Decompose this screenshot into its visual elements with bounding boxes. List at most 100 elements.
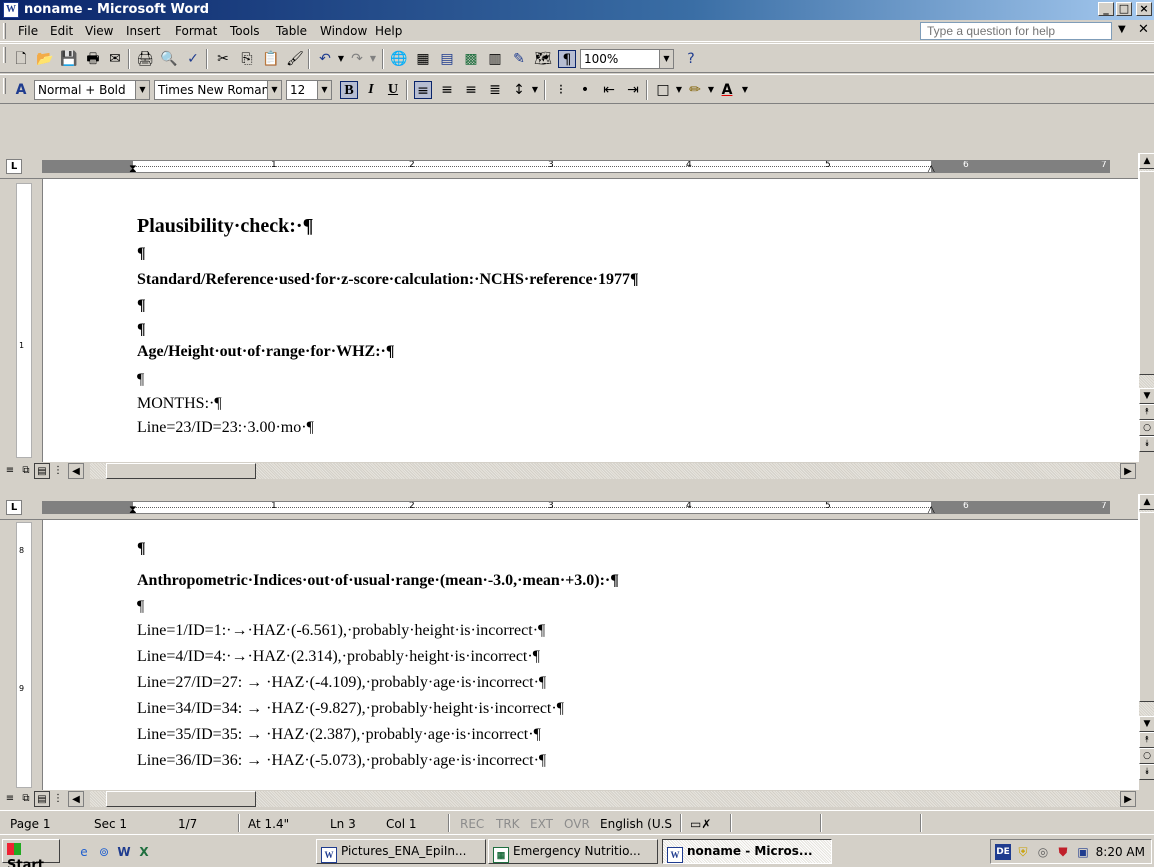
- status-trk[interactable]: TRK: [496, 817, 520, 831]
- document-pane-bottom[interactable]: ¶ Anthropometric·Indices·out·of·usual·ra…: [42, 520, 1138, 790]
- antivirus-icon[interactable]: ⛊: [1055, 844, 1071, 860]
- vertical-scrollbar-bottom[interactable]: ▲ ▼ ⯭ ○ ⯯: [1138, 494, 1154, 790]
- help-dropdown-arrow-icon[interactable]: ▼: [1118, 24, 1126, 35]
- style-combo[interactable]: Normal + Bold ▼: [34, 80, 150, 100]
- network-icon[interactable]: ◎: [1035, 844, 1051, 860]
- monitor-icon[interactable]: ▣: [1075, 844, 1091, 860]
- print-layout-icon[interactable]: ▤: [34, 463, 50, 479]
- menu-window[interactable]: Window: [320, 24, 367, 38]
- font-dropdown-icon[interactable]: ▼: [267, 81, 281, 99]
- spelling-status-icon[interactable]: ▭✗: [690, 817, 711, 831]
- save-icon[interactable]: 💾: [60, 50, 78, 68]
- document-close-icon[interactable]: ✕: [1138, 22, 1149, 37]
- font-color-dropdown-icon[interactable]: ▼: [736, 81, 754, 99]
- task-noname-word[interactable]: Wnoname - Micros...: [662, 839, 832, 864]
- font-combo[interactable]: Times New Roman ▼: [154, 80, 282, 100]
- menu-help[interactable]: Help: [375, 24, 402, 38]
- clock[interactable]: 8:20 AM: [1096, 845, 1145, 859]
- task-pictures[interactable]: W Pictures_ENA_EpiIn...: [316, 839, 486, 864]
- previous-page-icon[interactable]: ⯭: [1139, 732, 1154, 748]
- help-question-input[interactable]: [920, 22, 1112, 40]
- font-size-dropdown-icon[interactable]: ▼: [317, 81, 331, 99]
- email-icon[interactable]: ✉: [106, 50, 124, 68]
- tab-selector-icon[interactable]: L: [6, 159, 22, 174]
- menu-edit[interactable]: Edit: [50, 24, 73, 38]
- outline-view-icon[interactable]: ⋮: [50, 463, 66, 479]
- minimize-button[interactable]: _: [1098, 2, 1114, 16]
- help-icon[interactable]: ?: [682, 50, 700, 68]
- drawing-icon[interactable]: ✎: [510, 50, 528, 68]
- paste-icon[interactable]: 📋: [262, 50, 280, 68]
- word-app-icon[interactable]: W: [3, 2, 19, 18]
- browse-object-icon[interactable]: ○: [1139, 748, 1154, 764]
- menu-format[interactable]: Format: [175, 24, 217, 38]
- align-center-icon[interactable]: ≡: [438, 81, 456, 99]
- status-ovr[interactable]: OVR: [564, 817, 590, 831]
- print-icon[interactable]: 🖨: [136, 50, 154, 68]
- scroll-up-icon[interactable]: ▲: [1139, 494, 1154, 510]
- scroll-up-icon[interactable]: ▲: [1139, 153, 1154, 169]
- format-painter-icon[interactable]: 🖌: [286, 50, 304, 68]
- start-button[interactable]: Start: [2, 839, 60, 867]
- menu-file[interactable]: File: [18, 24, 38, 38]
- task-emergency-nutrition[interactable]: ▦ Emergency Nutritio...: [488, 839, 658, 864]
- next-page-icon[interactable]: ⯯: [1139, 764, 1154, 780]
- copy-icon[interactable]: ⎘: [238, 50, 256, 68]
- menu-insert[interactable]: Insert: [126, 24, 160, 38]
- scroll-thumb[interactable]: [1139, 512, 1154, 702]
- scroll-thumb[interactable]: [1139, 171, 1154, 375]
- italic-button[interactable]: I: [362, 81, 380, 99]
- permission-icon[interactable]: 🖶: [84, 50, 102, 68]
- font-size-combo[interactable]: 12 ▼: [286, 80, 332, 100]
- zoom-dropdown-icon[interactable]: ▼: [659, 50, 673, 68]
- normal-view-icon[interactable]: ≡: [2, 791, 18, 807]
- line-spacing-dropdown-icon[interactable]: ▼: [526, 81, 544, 99]
- toolbar-grip[interactable]: [3, 47, 6, 63]
- bold-button[interactable]: B: [340, 81, 358, 99]
- outline-view-icon[interactable]: ⋮: [50, 791, 66, 807]
- tab-selector-icon[interactable]: L: [6, 500, 22, 515]
- web-layout-icon[interactable]: ⧉: [18, 463, 34, 479]
- styles-formatting-icon[interactable]: A: [12, 81, 30, 99]
- zoom-combo[interactable]: 100% ▼: [580, 49, 674, 69]
- excel-quicklaunch-icon[interactable]: X: [136, 844, 152, 860]
- scroll-right-icon[interactable]: ▶: [1120, 791, 1136, 807]
- align-right-icon[interactable]: ≡: [462, 81, 480, 99]
- font-color-icon[interactable]: A: [718, 81, 736, 99]
- align-left-icon[interactable]: ≡: [414, 81, 432, 99]
- decrease-indent-icon[interactable]: ⇤: [600, 81, 618, 99]
- menu-view[interactable]: View: [85, 24, 113, 38]
- scroll-right-icon[interactable]: ▶: [1120, 463, 1136, 479]
- right-indent-marker[interactable]: △: [927, 503, 935, 513]
- internet-explorer-icon[interactable]: e: [76, 844, 92, 860]
- scroll-left-icon[interactable]: ◀: [68, 791, 84, 807]
- ruler-strip[interactable]: 1 2 3 4 5 6 7 ⧗ △: [42, 501, 1110, 514]
- tables-borders-icon[interactable]: ▦: [414, 50, 432, 68]
- justify-icon[interactable]: ≣: [486, 81, 504, 99]
- toolbar-grip[interactable]: [3, 78, 6, 94]
- normal-view-icon[interactable]: ≡: [2, 463, 18, 479]
- scroll-down-icon[interactable]: ▼: [1139, 388, 1154, 404]
- status-rec[interactable]: REC: [460, 817, 484, 831]
- show-hide-paragraph-icon[interactable]: ¶: [558, 50, 576, 68]
- scroll-left-icon[interactable]: ◀: [68, 463, 84, 479]
- open-folder-icon[interactable]: 📂: [36, 50, 54, 68]
- style-dropdown-icon[interactable]: ▼: [135, 81, 149, 99]
- hscroll-thumb[interactable]: [106, 463, 256, 479]
- media-player-icon[interactable]: ⊚: [96, 844, 112, 860]
- first-line-indent-marker[interactable]: ⧗: [129, 162, 137, 172]
- hyperlink-icon[interactable]: 🌐: [390, 50, 408, 68]
- redo-dropdown-icon[interactable]: ▼: [364, 50, 382, 68]
- spelling-icon[interactable]: ✓: [184, 50, 202, 68]
- next-page-icon[interactable]: ⯯: [1139, 436, 1154, 452]
- word-quicklaunch-icon[interactable]: W: [116, 844, 132, 860]
- security-shield-icon[interactable]: ⛨: [1015, 844, 1031, 860]
- columns-icon[interactable]: ▥: [486, 50, 504, 68]
- menu-table[interactable]: Table: [276, 24, 307, 38]
- first-line-indent-marker[interactable]: ⧗: [129, 503, 137, 513]
- ruler-strip[interactable]: 1 2 3 4 5 6 7 ⧗ △: [42, 160, 1110, 173]
- insert-excel-icon[interactable]: ▩: [462, 50, 480, 68]
- underline-button[interactable]: U: [384, 81, 402, 99]
- increase-indent-icon[interactable]: ⇥: [624, 81, 642, 99]
- print-preview-icon[interactable]: 🔍: [160, 50, 178, 68]
